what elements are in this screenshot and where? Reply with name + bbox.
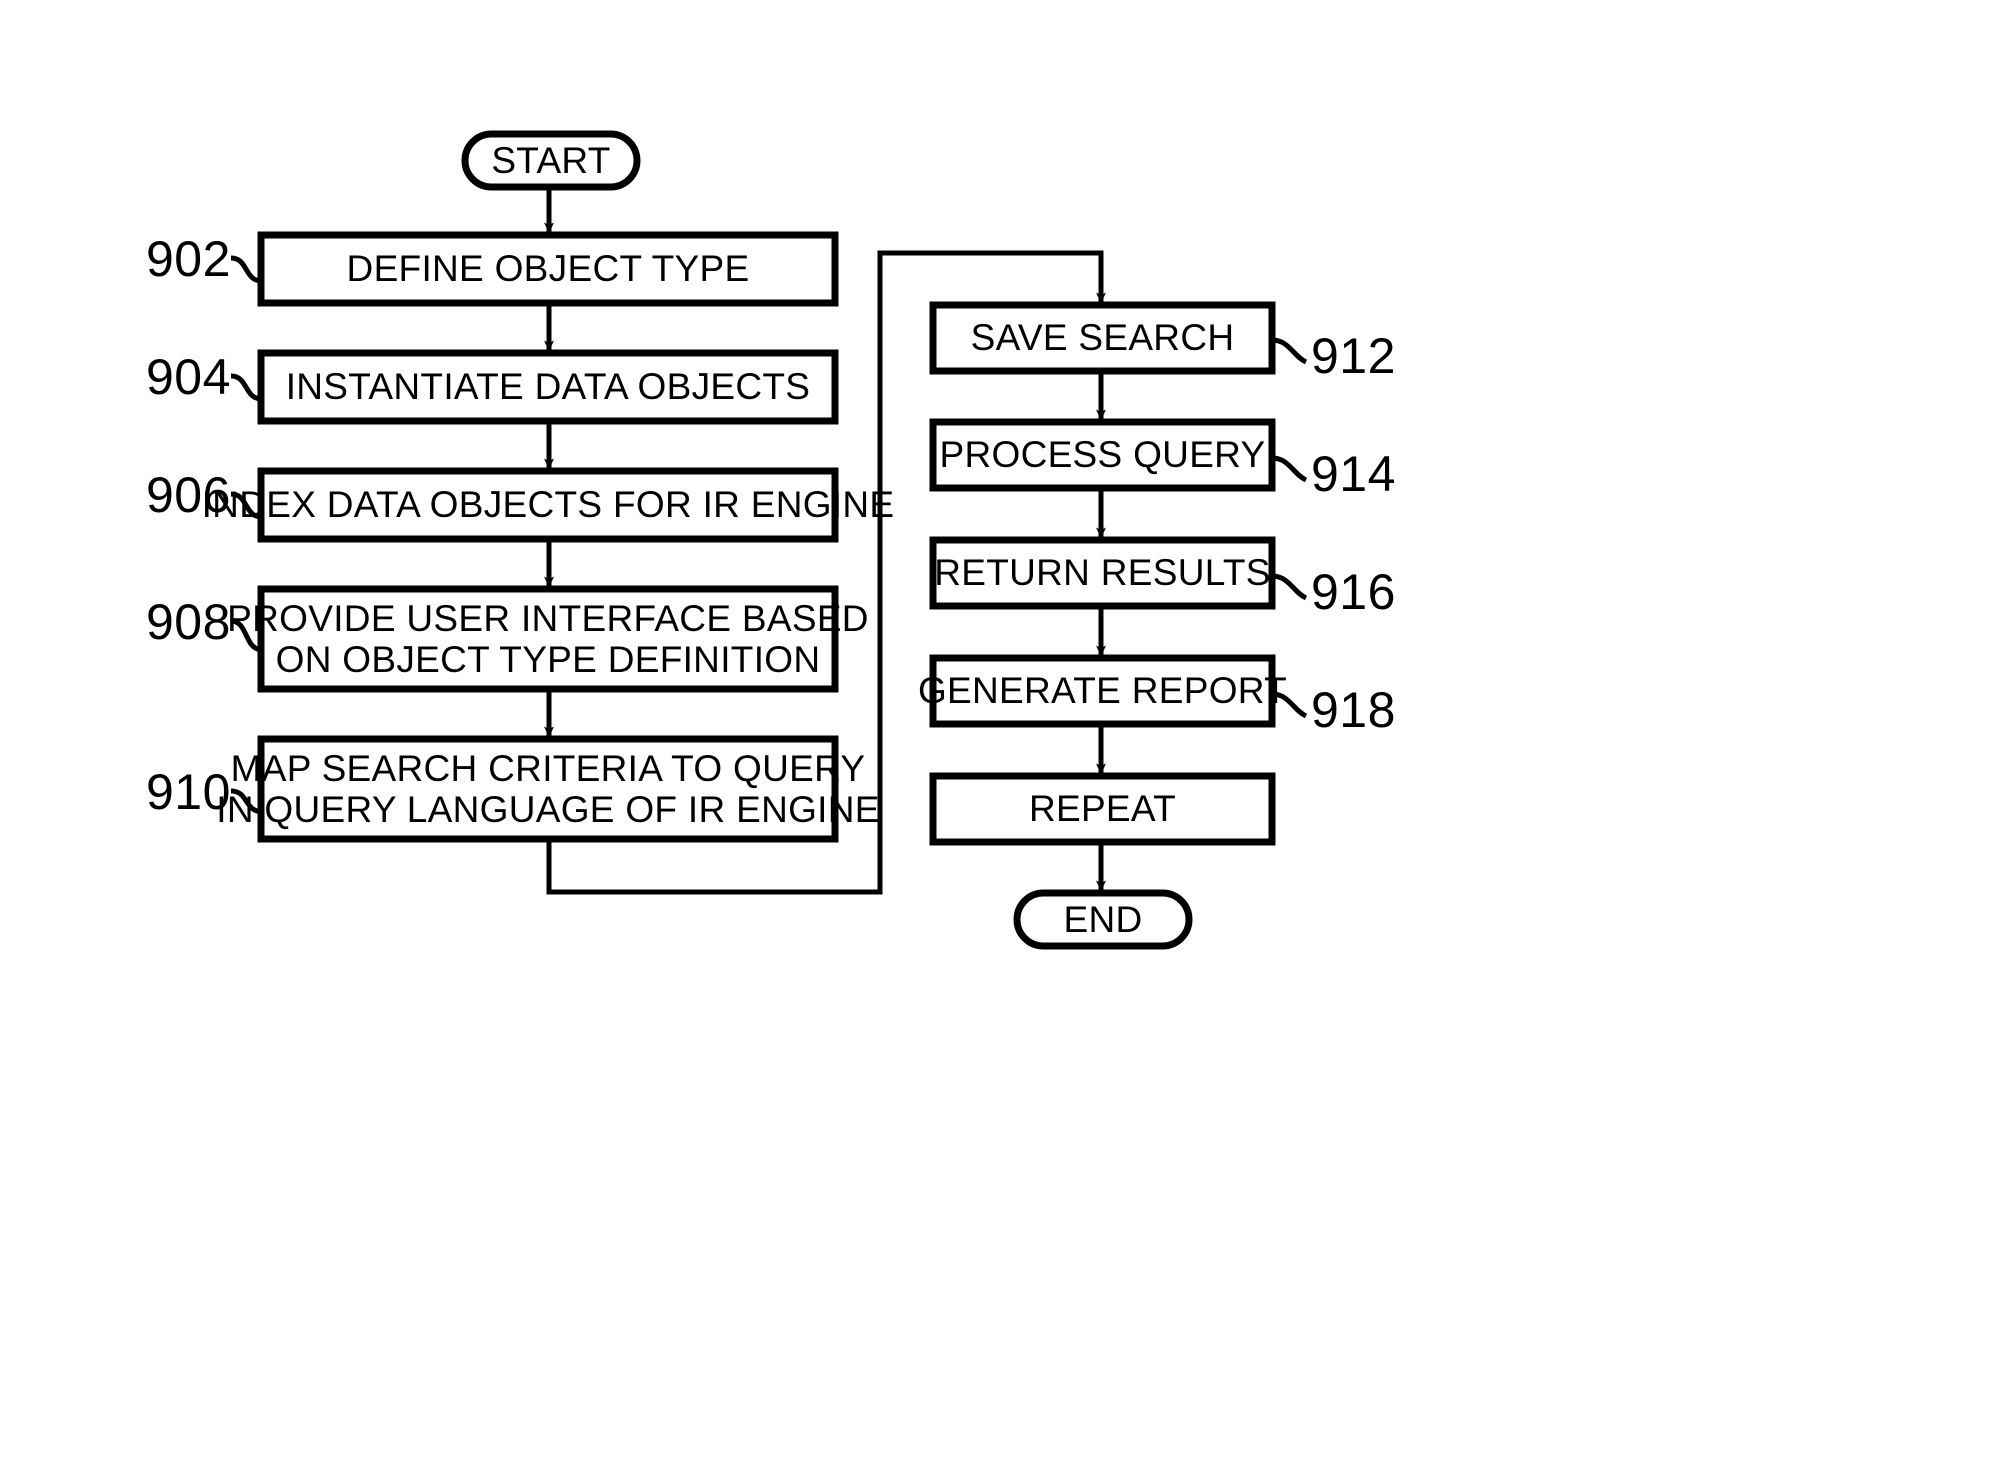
process-box-916-shape (929, 536, 1276, 610)
leader-line-918 (1271, 691, 1308, 719)
process-box-902-shape (257, 231, 839, 307)
process-box-914-shape (929, 418, 1276, 492)
reference-numeral-906: 906 (146, 467, 231, 523)
flowchart-canvas (230, 130, 1308, 950)
leader-line-906 (230, 491, 262, 520)
leader-line-914 (1271, 455, 1308, 483)
process-box-910-shape (257, 735, 839, 843)
reference-numeral-914: 914 (1311, 446, 1396, 502)
leader-line-912 (1271, 337, 1308, 365)
process-box-904-shape (257, 349, 839, 425)
process-box-912-shape (929, 301, 1276, 375)
reference-numeral-918: 918 (1311, 682, 1396, 738)
end-terminator-shape (1013, 889, 1193, 950)
shapes-layer (257, 130, 1276, 950)
process-box-repeat-shape (929, 772, 1276, 846)
reference-numeral-902: 902 (146, 231, 231, 287)
leader-line-910 (230, 788, 262, 815)
reference-numeral-908: 908 (146, 594, 231, 650)
leader-line-904 (230, 373, 262, 402)
process-box-908-shape (257, 585, 839, 693)
reference-numeral-912: 912 (1311, 328, 1396, 384)
leader-line-908 (230, 618, 262, 653)
leader-line-916 (1271, 573, 1308, 601)
leader-line-902 (230, 255, 262, 284)
start-terminator-shape (461, 130, 641, 191)
reference-numeral-916: 916 (1311, 564, 1396, 620)
reference-numeral-910: 910 (146, 764, 231, 820)
flowchart-figure: START END DEFINE OBJECT TYPE INSTANTIATE… (0, 0, 2010, 1466)
process-box-918-shape (929, 654, 1276, 728)
reference-numeral-904: 904 (146, 349, 231, 405)
process-box-906-shape (257, 467, 839, 543)
